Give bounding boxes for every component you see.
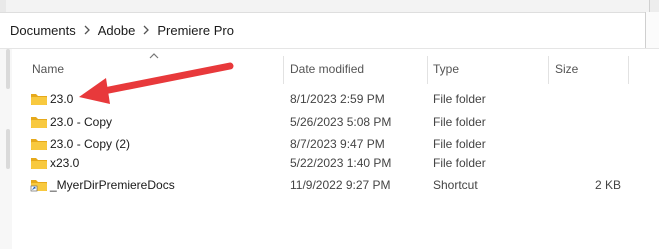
- file-date-modified: 5/26/2023 5:08 PM: [290, 115, 392, 129]
- file-type: File folder: [433, 156, 486, 170]
- search-box-edge[interactable]: [645, 12, 659, 48]
- file-type: File folder: [433, 92, 486, 106]
- nav-scroll-segment: [6, 49, 10, 89]
- file-date-modified: 5/22/2023 1:40 PM: [290, 156, 392, 170]
- column-header-date-modified[interactable]: Date modified: [290, 62, 364, 80]
- breadcrumb-documents[interactable]: Documents: [10, 23, 76, 38]
- file-date-modified: 8/1/2023 2:59 PM: [290, 92, 385, 106]
- column-divider[interactable]: [427, 56, 428, 84]
- column-header-size[interactable]: Size: [555, 62, 578, 80]
- title-strip: [0, 0, 659, 12]
- file-name[interactable]: 23.0 - Copy (2): [50, 137, 130, 151]
- file-size: 2 KB: [594, 178, 621, 192]
- file-date-modified: 11/9/2022 9:27 PM: [290, 178, 391, 192]
- file-row[interactable]: 23.0 - Copy 5/26/2023 5:08 PM File folder: [22, 111, 659, 133]
- column-divider[interactable]: [628, 56, 629, 84]
- nav-scroll-segment: [6, 129, 10, 169]
- column-divider[interactable]: [548, 56, 549, 84]
- toolbar-divider: [0, 48, 659, 49]
- file-name[interactable]: _MyerDirPremiereDocs: [50, 178, 175, 192]
- breadcrumb-premiere-pro[interactable]: Premiere Pro: [157, 23, 234, 38]
- breadcrumb-adobe[interactable]: Adobe: [98, 23, 136, 38]
- chevron-right-icon[interactable]: [135, 25, 157, 35]
- file-name[interactable]: x23.0: [50, 156, 79, 170]
- file-row[interactable]: x23.0 5/22/2023 1:40 PM File folder: [22, 152, 659, 174]
- column-header-name[interactable]: Name: [32, 62, 64, 80]
- folder-icon: [31, 94, 47, 105]
- title-strip-edge: [0, 0, 6, 12]
- folder-shortcut-icon: [30, 180, 47, 192]
- navigation-pane-edge[interactable]: [0, 49, 12, 249]
- file-date-modified: 8/7/2023 9:47 PM: [290, 137, 385, 151]
- file-row[interactable]: 23.0 8/1/2023 2:59 PM File folder: [22, 88, 659, 110]
- column-divider[interactable]: [283, 56, 284, 84]
- breadcrumb: Documents Adobe Premiere Pro: [10, 21, 234, 39]
- file-name[interactable]: 23.0: [50, 92, 73, 106]
- folder-icon: [31, 117, 47, 128]
- file-type: Shortcut: [433, 178, 478, 192]
- folder-icon: [31, 139, 47, 150]
- folder-icon: [31, 158, 47, 169]
- file-type: File folder: [433, 137, 486, 151]
- file-type: File folder: [433, 115, 486, 129]
- column-header-type[interactable]: Type: [433, 62, 459, 80]
- title-strip-control[interactable]: [649, 0, 659, 12]
- file-name[interactable]: 23.0 - Copy: [50, 115, 112, 129]
- file-row[interactable]: _MyerDirPremiereDocs 11/9/2022 9:27 PM Sho…: [22, 174, 659, 196]
- chevron-right-icon[interactable]: [76, 25, 98, 35]
- sort-ascending-icon[interactable]: [149, 53, 159, 59]
